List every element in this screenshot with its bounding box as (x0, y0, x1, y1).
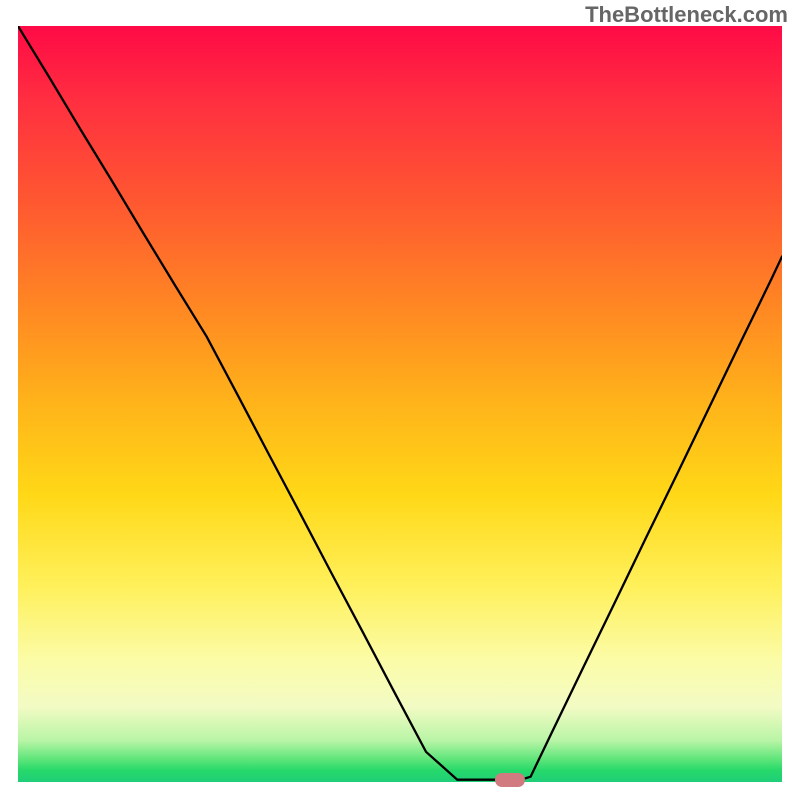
plot-area (18, 26, 782, 782)
chart-container: TheBottleneck.com (0, 0, 800, 800)
watermark-text: TheBottleneck.com (585, 2, 788, 28)
optimum-marker (495, 773, 525, 787)
line-chart (18, 26, 782, 782)
bottleneck-curve (18, 26, 782, 780)
